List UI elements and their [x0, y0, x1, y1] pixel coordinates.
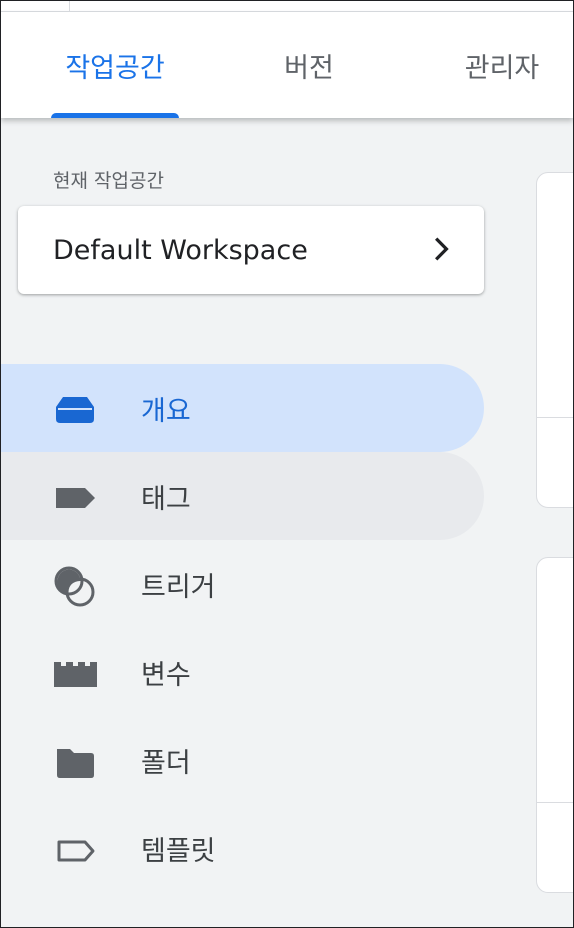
- overview-tray-icon: [56, 397, 94, 423]
- variables-blocks-icon: [54, 662, 97, 687]
- tab-versions[interactable]: 버전: [263, 12, 355, 118]
- content-card-bottom: [536, 557, 574, 893]
- nav-label-overview: 개요: [141, 395, 191, 427]
- tag-icon: [56, 488, 95, 508]
- nav-label-folders: 폴더: [141, 747, 191, 779]
- tab-admin[interactable]: 관리자: [453, 12, 551, 118]
- chevron-right-icon: [435, 237, 449, 261]
- nav-label-tags: 태그: [141, 483, 191, 515]
- nav-label-variables: 변수: [141, 659, 191, 691]
- tab-bar: 작업공간 버전 관리자: [1, 12, 573, 118]
- workspace-selector[interactable]: Default Workspace: [18, 206, 484, 294]
- top-strip: [1, 1, 573, 12]
- template-tag-outline-icon: [57, 840, 95, 862]
- folder-icon: [57, 749, 94, 778]
- nav-item-triggers[interactable]: 트리거: [1, 540, 484, 628]
- nav-item-templates[interactable]: 템플릿: [1, 804, 484, 892]
- tab-workspace[interactable]: 작업공간: [51, 12, 179, 118]
- trigger-circles-icon: [54, 566, 95, 607]
- content-card-top: [536, 172, 574, 508]
- workspace-name: Default Workspace: [53, 234, 308, 266]
- nav-item-tags[interactable]: 태그: [1, 452, 484, 540]
- nav-label-triggers: 트리거: [141, 571, 216, 603]
- nav-label-templates: 템플릿: [141, 835, 216, 867]
- nav-item-folders[interactable]: 폴더: [1, 716, 484, 804]
- nav-item-overview[interactable]: 개요: [1, 364, 484, 452]
- nav-item-variables[interactable]: 변수: [1, 628, 484, 716]
- current-workspace-label: 현재 작업공간: [53, 170, 164, 192]
